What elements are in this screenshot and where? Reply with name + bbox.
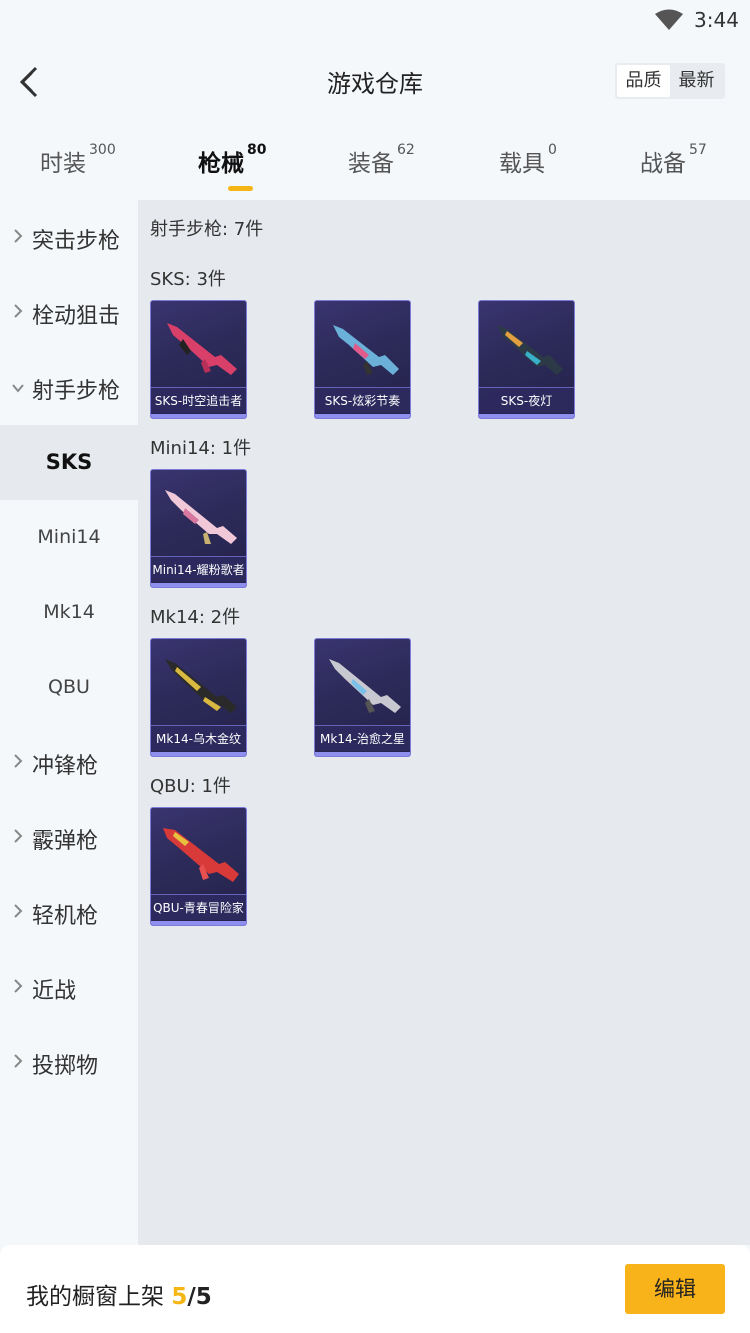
tab-count: 300 [89,142,116,158]
sidebar-item-bolt-sniper[interactable]: 栓动狙击 [0,275,138,350]
sidebar: 突击步枪 栓动狙击 射手步枪 SKS Mini14 Mk14 QBU 冲锋枪 霰… [0,200,138,1245]
tab-equipment[interactable]: 装备62 [348,142,415,178]
sidebar-item-label: 霰弹枪 [32,829,99,854]
group-heading-mini14: Mini14: 1件 [150,438,252,459]
sidebar-item-melee[interactable]: 近战 [0,950,138,1025]
quality-bar [151,921,246,925]
item-card[interactable]: SKS-夜灯 [478,300,575,419]
tab-label: 枪械 [198,151,244,177]
tab-fashion[interactable]: 时装300 [40,142,116,178]
status-time: 3:44 [694,8,739,32]
tab-label: 装备 [348,151,394,177]
sidebar-item-label: 射手步枪 [32,379,121,404]
sidebar-item-throwables[interactable]: 投掷物 [0,1025,138,1100]
status-bar: 3:44 [0,0,750,40]
tab-label: 时装 [40,151,86,177]
showcase-current: 5 [171,1284,188,1310]
item-name: Mk14-治愈之星 [315,725,410,751]
group-heading-qbu: QBU: 1件 [150,776,231,797]
wifi-icon [655,9,683,30]
item-card[interactable]: Mini14-耀粉歌者 [150,469,247,588]
sidebar-subitem-mini14[interactable]: Mini14 [0,500,138,575]
sidebar-item-label: 冲锋枪 [32,754,99,779]
item-name: SKS-夜灯 [479,387,574,413]
header: 游戏仓库 品质 最新 [0,40,750,124]
sidebar-subitem-mk14[interactable]: Mk14 [0,575,138,650]
tab-vehicles[interactable]: 载具0 [499,142,557,178]
showcase-bar: 我的橱窗上架 5/5 编辑 [0,1245,750,1333]
item-name: QBU-青春冒险家 [151,894,246,920]
quality-bar [151,583,246,587]
rifle-skin-icon [167,323,237,375]
chevron-right-icon [14,754,23,768]
group-heading-mk14: Mk14: 2件 [150,607,241,628]
category-summary: 射手步枪: 7件 [150,219,264,240]
rifle-skin-icon [165,490,237,544]
quality-bar [151,752,246,756]
sidebar-item-label: 近战 [32,979,77,1004]
tab-label: 战备 [640,151,686,177]
sidebar-item-label: 突击步枪 [32,229,121,254]
quality-bar [315,752,410,756]
chevron-right-icon [14,979,23,993]
rifle-skin-icon [497,325,563,375]
item-name: Mk14-乌木金纹 [151,725,246,751]
showcase-label: 我的橱窗上架 5/5 [26,1277,212,1311]
sidebar-item-marksman-rifle[interactable]: 射手步枪 [0,350,138,425]
rifle-skin-icon [333,325,399,375]
quality-bar [315,414,410,418]
showcase-total: /5 [187,1284,212,1310]
item-name: SKS-炫彩节奏 [315,387,410,413]
sidebar-item-assault-rifle[interactable]: 突击步枪 [0,200,138,275]
tab-combat-gear[interactable]: 战备57 [640,142,707,178]
tab-guns[interactable]: 枪械80 [198,142,267,178]
rifle-skin-icon [329,659,401,713]
sidebar-item-label: 栓动狙击 [32,304,121,329]
sort-newest-button[interactable]: 最新 [670,65,723,97]
tab-label: 载具 [499,151,545,177]
group-heading-sks: SKS: 3件 [150,269,226,290]
item-card[interactable]: QBU-青春冒险家 [150,807,247,926]
chevron-right-icon [14,229,23,243]
rifle-skin-icon [165,659,237,713]
showcase-text: 我的橱窗上架 [26,1284,164,1310]
edit-button[interactable]: 编辑 [625,1264,725,1314]
item-card[interactable]: SKS-炫彩节奏 [314,300,411,419]
quality-bar [151,414,246,418]
sidebar-item-shotgun[interactable]: 霰弹枪 [0,800,138,875]
tab-count: 62 [397,142,415,158]
sidebar-item-label: 轻机枪 [32,904,99,929]
sidebar-item-label: 投掷物 [32,1054,99,1079]
tab-count: 80 [247,142,267,158]
sidebar-subitem-qbu[interactable]: QBU [0,650,138,725]
item-card[interactable]: SKS-时空追击者 [150,300,247,419]
chevron-right-icon [14,304,23,318]
quality-bar [479,414,574,418]
chevron-right-icon [14,829,23,843]
active-tab-indicator [228,186,253,191]
item-card[interactable]: Mk14-治愈之星 [314,638,411,757]
item-name: SKS-时空追击者 [151,387,246,413]
tab-count: 0 [548,142,557,158]
category-tabs: 时装300 枪械80 装备62 载具0 战备57 [0,124,750,200]
sort-toggle: 品质 最新 [615,63,725,99]
showcase-count: 5/5 [171,1284,211,1310]
rifle-skin-icon [163,828,239,882]
chevron-right-icon [14,1054,23,1068]
tab-count: 57 [689,142,707,158]
sidebar-subitem-sks[interactable]: SKS [0,425,138,500]
item-name: Mini14-耀粉歌者 [151,556,246,582]
sidebar-item-lmg[interactable]: 轻机枪 [0,875,138,950]
sort-quality-button[interactable]: 品质 [617,65,670,97]
item-card[interactable]: Mk14-乌木金纹 [150,638,247,757]
sidebar-item-smg[interactable]: 冲锋枪 [0,725,138,800]
chevron-down-icon [12,384,24,393]
chevron-right-icon [14,904,23,918]
item-grid-panel: 射手步枪: 7件 SKS: 3件 SKS-时空追击者 SKS-炫彩节奏 SKS-… [138,200,750,1245]
